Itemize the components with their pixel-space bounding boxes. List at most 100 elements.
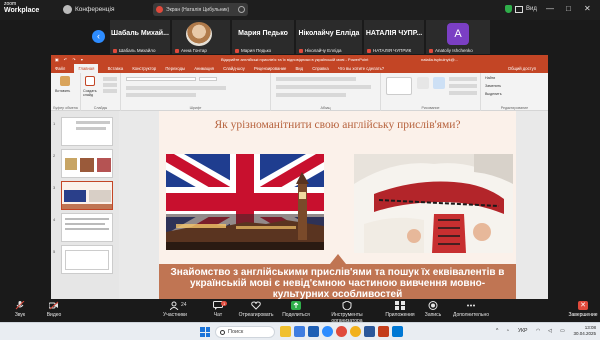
ukrainian-embroidery-image[interactable]	[354, 154, 513, 253]
reactions-button[interactable]: Отреагировать	[234, 301, 278, 318]
participant-tile[interactable]: A Anatoliy Ishchenko	[426, 20, 490, 54]
chrome-icon[interactable]	[350, 326, 361, 337]
participant-tile[interactable]: НАТАЛІЯ ЧУПР... НАТАЛІЯ ЧУПРИК	[364, 20, 424, 54]
share-screen-icon	[291, 301, 301, 310]
reset-control[interactable]	[103, 83, 117, 87]
chevron-left-icon[interactable]: ‹	[92, 30, 105, 43]
slide-thumbnail[interactable]	[61, 213, 113, 242]
network-icon[interactable]: ◔	[506, 328, 509, 334]
clipboard-group: Вставить Буфер обмена	[51, 73, 81, 111]
layout-control[interactable]	[103, 77, 117, 81]
tab-view[interactable]: Вид	[295, 64, 303, 73]
font-family-select[interactable]	[126, 77, 196, 81]
edge-browser-icon[interactable]	[294, 326, 305, 337]
view-button[interactable]: Вид	[505, 5, 537, 13]
new-slide-icon[interactable]	[85, 76, 95, 86]
font-color-buttons[interactable]	[126, 93, 196, 97]
tab-help[interactable]: Справка	[312, 64, 328, 73]
paste-button[interactable]: Вставить	[55, 89, 70, 93]
replace-button[interactable]: Заменить	[485, 84, 501, 88]
tab-home[interactable]: Главная	[74, 64, 99, 73]
language-indicator[interactable]: УКР	[518, 328, 527, 334]
more-icon[interactable]	[238, 6, 245, 13]
slide-thumbnail[interactable]	[61, 117, 113, 146]
select-button[interactable]: Выделить	[485, 92, 502, 96]
organizer-tools-button[interactable]: Инструменты организатора	[316, 300, 378, 324]
ppt-user[interactable]: natalia.tsybulnyk@...	[421, 55, 458, 64]
tab-file[interactable]: Файл	[55, 64, 65, 73]
text-direction-buttons[interactable]	[276, 85, 371, 89]
clock[interactable]: 13:08 30.04.2025	[572, 325, 596, 337]
new-slide-button[interactable]: Создать слайд	[83, 89, 105, 97]
shape-effects-control[interactable]	[449, 91, 477, 95]
tell-me-search[interactable]: Что вы хотите сделать?	[338, 64, 384, 73]
tab-insert[interactable]: Вставка	[108, 64, 124, 73]
screen-share-tab[interactable]: Экран (Наталія Цибульник)	[153, 3, 248, 16]
end-meeting-button[interactable]: ✕ Завершение	[566, 301, 600, 318]
participant-strip: ‹ Шабаль Михай... Шабаль Михайло Анна Го…	[0, 20, 600, 56]
list-buttons[interactable]	[276, 77, 356, 81]
slide-banner[interactable]: Знайомство з англійськими прислів'ями та…	[159, 264, 516, 299]
tab-review[interactable]: Рецензирование	[254, 64, 286, 73]
zoom-app-icon[interactable]	[322, 326, 333, 337]
minimize-button[interactable]: —	[546, 4, 554, 13]
alignment-buttons[interactable]	[276, 93, 346, 97]
grid-view-icon	[515, 5, 523, 13]
slide-thumbnail[interactable]	[61, 149, 113, 178]
participant-tile[interactable]: Мария Педько Мария Педько	[232, 20, 294, 54]
battery-icon[interactable]: ▭	[560, 328, 565, 334]
font-size-select[interactable]	[199, 77, 217, 81]
outlook-icon[interactable]	[308, 326, 319, 337]
quick-access-icons[interactable]: ▣ ↶ ↷ ▾	[55, 55, 85, 64]
drawing-group: Рисование	[381, 73, 481, 111]
shape-fill-control[interactable]	[449, 77, 477, 81]
conference-button[interactable]: Конференція	[63, 5, 114, 14]
participant-tile[interactable]: Ніколайчу Елліда Ніколайчу Елліда	[296, 20, 362, 54]
participant-name-label: Ніколайчу Елліда	[305, 48, 342, 53]
uk-flag-big-ben-image[interactable]	[166, 154, 324, 250]
participant-tile[interactable]: Шабаль Михай... Шабаль Михайло	[110, 20, 170, 54]
slide-thumbnail[interactable]	[61, 245, 113, 274]
telegram-icon[interactable]	[392, 326, 403, 337]
audio-label: Звук	[14, 312, 26, 318]
participant-tile[interactable]: Анна Гонтар	[172, 20, 230, 54]
more-button[interactable]: Дополнительно	[447, 301, 495, 318]
volume-icon[interactable]: ◁	[548, 328, 552, 334]
section-control[interactable]	[103, 89, 117, 93]
paste-icon[interactable]	[60, 76, 70, 86]
quick-styles-icon[interactable]	[433, 77, 445, 89]
video-button[interactable]: Видео	[34, 301, 74, 318]
maximize-button[interactable]: □	[566, 4, 571, 13]
participants-button[interactable]: 24 Участники	[155, 301, 195, 318]
participant-name-large: Шабаль Михай...	[111, 30, 169, 37]
font-style-buttons[interactable]	[126, 86, 226, 90]
tray-chevron-icon[interactable]: ^	[496, 328, 498, 334]
thumb-image	[64, 190, 86, 202]
slide-thumbnail-selected[interactable]	[61, 181, 113, 210]
wifi-icon[interactable]: ◠	[536, 328, 540, 334]
opera-icon[interactable]	[336, 326, 347, 337]
slide-canvas: Як урізноманітнити свою англійську присл…	[119, 111, 548, 299]
slide-title[interactable]: Як урізноманітнити свою англійську присл…	[159, 119, 516, 132]
tab-slideshow[interactable]: Слайд-шоу	[223, 64, 245, 73]
windows-start-icon[interactable]	[200, 327, 210, 337]
tab-animations[interactable]: Анимация	[194, 64, 214, 73]
arrange-icon[interactable]	[417, 77, 429, 89]
chat-button[interactable]: 1 Чат	[198, 301, 238, 318]
share-button[interactable]: Общий доступ	[508, 64, 536, 73]
participant-name-label: Anatoliy Ishchenko	[435, 48, 473, 53]
banner-text: Знайомство з англійськими прислів'ями та…	[170, 267, 505, 299]
taskbar-search[interactable]: Поиск	[215, 326, 275, 338]
powerpoint-icon[interactable]	[378, 326, 389, 337]
tab-transitions[interactable]: Переходы	[165, 64, 185, 73]
find-button[interactable]: Найти	[485, 76, 495, 80]
word-icon[interactable]	[364, 326, 375, 337]
shapes-gallery[interactable]	[386, 77, 412, 95]
share-screen-button[interactable]: Поделиться	[276, 301, 316, 318]
shape-outline-control[interactable]	[449, 84, 477, 88]
tab-design[interactable]: Конструктор	[132, 64, 156, 73]
current-slide[interactable]: Як урізноманітнити свою англійську присл…	[159, 111, 516, 299]
close-button[interactable]: ✕	[584, 4, 591, 13]
file-explorer-icon[interactable]	[280, 326, 291, 337]
heart-icon	[251, 301, 261, 310]
